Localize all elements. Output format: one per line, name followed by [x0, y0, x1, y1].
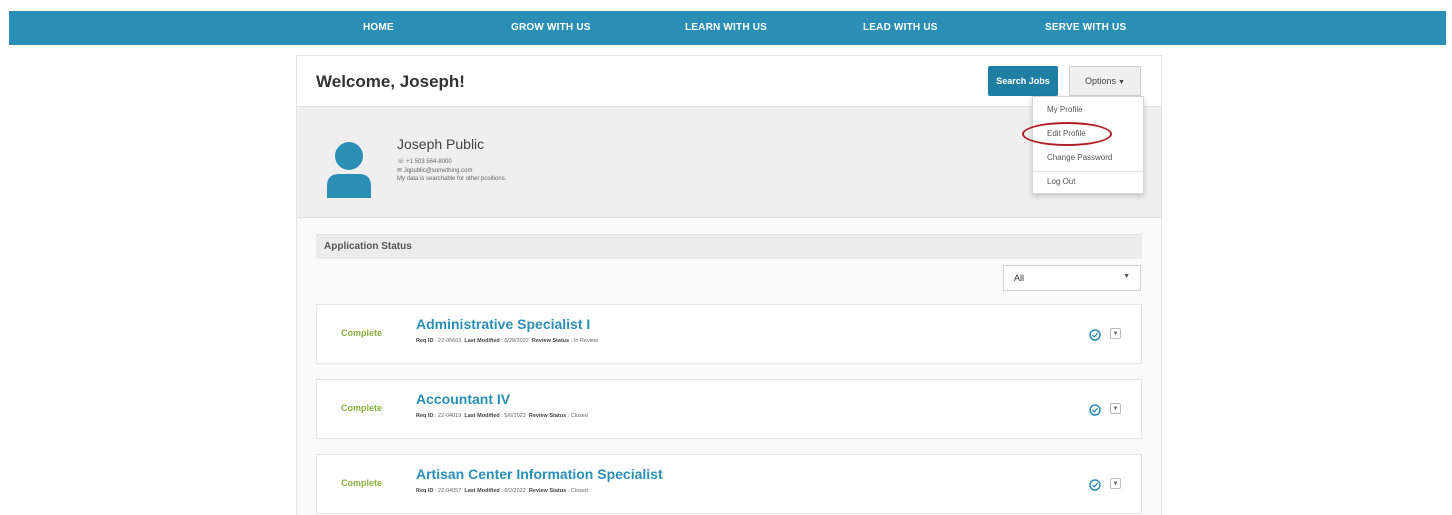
job-title-link[interactable]: Administrative Specialist I: [416, 316, 590, 332]
review-status-value: Closed: [570, 488, 588, 494]
check-circle-icon[interactable]: [1089, 329, 1101, 341]
profile-email: ✉ Jqpublic@something.com: [397, 167, 473, 174]
menu-item-my-profile[interactable]: My Profile: [1047, 105, 1083, 114]
check-circle-icon[interactable]: [1089, 404, 1101, 416]
nav-learn-with-us[interactable]: LEARN WITH US: [685, 11, 767, 45]
application-status: Complete: [341, 328, 383, 338]
application-status-header: Application Status: [316, 234, 1142, 259]
last-modified-value: 5/6/2022: [504, 413, 526, 419]
last-modified-value: 6/2/2022: [504, 488, 526, 494]
application-status: Complete: [341, 403, 383, 413]
req-id-label: Req ID: [416, 338, 434, 344]
application-status-title: Application Status: [324, 241, 412, 252]
options-button-label: Options: [1085, 76, 1117, 86]
review-status-label: Review Status: [531, 338, 570, 344]
last-modified-label: Last Modified: [464, 488, 500, 494]
profile-phone-number: +1 503 564-8000: [406, 159, 452, 165]
application-card: Complete Artisan Center Information Spec…: [316, 454, 1142, 514]
review-status-label: Review Status: [528, 413, 567, 419]
req-id-value: 22-04019: [438, 413, 462, 419]
last-modified-label: Last Modified: [464, 338, 500, 344]
status-filter-select[interactable]: All ▼: [1003, 265, 1141, 291]
phone-icon: ☏: [397, 159, 407, 165]
application-status: Complete: [341, 478, 383, 488]
req-id-value: 22-04057: [438, 488, 462, 494]
expand-toggle-icon[interactable]: ▼: [1110, 328, 1121, 339]
welcome-heading: Welcome, Joseph!: [316, 72, 465, 91]
chevron-down-icon: ▼: [1123, 273, 1130, 280]
last-modified-value: 6/28/2022: [504, 338, 529, 344]
review-status-value: In Review: [573, 338, 598, 344]
status-filter-value: All: [1014, 273, 1025, 283]
check-circle-icon[interactable]: [1089, 479, 1101, 491]
review-status-value: Closed: [570, 413, 588, 419]
profile-searchable-note: My data is searchable for other position…: [397, 176, 507, 182]
job-title-link[interactable]: Artisan Center Information Specialist: [416, 466, 663, 482]
top-navigation-bar: HOME GROW WITH US LEARN WITH US LEAD WIT…: [9, 11, 1446, 45]
expand-toggle-icon[interactable]: ▼: [1110, 478, 1121, 489]
edit-profile-highlight-circle: [1022, 122, 1112, 146]
req-id-label: Req ID: [416, 488, 434, 494]
expand-toggle-icon[interactable]: ▼: [1110, 403, 1121, 414]
profile-phone: ☏ +1 503 564-8000: [397, 158, 452, 165]
dashboard-panel: Welcome, Joseph! Search Jobs Options ▼ Jo…: [296, 55, 1162, 515]
envelope-icon: ✉: [397, 168, 404, 174]
application-meta: Req ID : 22-04019 Last Modified : 5/6/20…: [416, 413, 588, 419]
application-meta: Req ID : 22-06663 Last Modified : 6/28/2…: [416, 338, 598, 344]
review-status-label: Review Status: [528, 488, 567, 494]
menu-divider: [1033, 171, 1143, 172]
nav-lead-with-us[interactable]: LEAD WITH US: [863, 11, 938, 45]
options-button[interactable]: Options ▼: [1069, 66, 1141, 96]
search-jobs-button[interactable]: Search Jobs: [988, 66, 1058, 96]
nav-serve-with-us[interactable]: SERVE WITH US: [1045, 11, 1126, 45]
menu-item-change-password[interactable]: Change Password: [1047, 153, 1112, 162]
application-card: Complete Administrative Specialist I Req…: [316, 304, 1142, 364]
profile-name: Joseph Public: [397, 136, 485, 152]
req-id-value: 22-06663: [438, 338, 462, 344]
job-title-link[interactable]: Accountant IV: [416, 391, 510, 407]
user-avatar-icon: [327, 142, 371, 198]
application-meta: Req ID : 22-04057 Last Modified : 6/2/20…: [416, 488, 588, 494]
last-modified-label: Last Modified: [464, 413, 500, 419]
profile-email-address: Jqpublic@something.com: [403, 168, 473, 174]
caret-down-icon: ▼: [1118, 79, 1125, 86]
req-id-label: Req ID: [416, 413, 434, 419]
menu-item-log-out[interactable]: Log Out: [1047, 177, 1075, 186]
nav-grow-with-us[interactable]: GROW WITH US: [511, 11, 591, 45]
nav-home[interactable]: HOME: [363, 11, 394, 45]
application-card: Complete Accountant IV Req ID : 22-04019…: [316, 379, 1142, 439]
